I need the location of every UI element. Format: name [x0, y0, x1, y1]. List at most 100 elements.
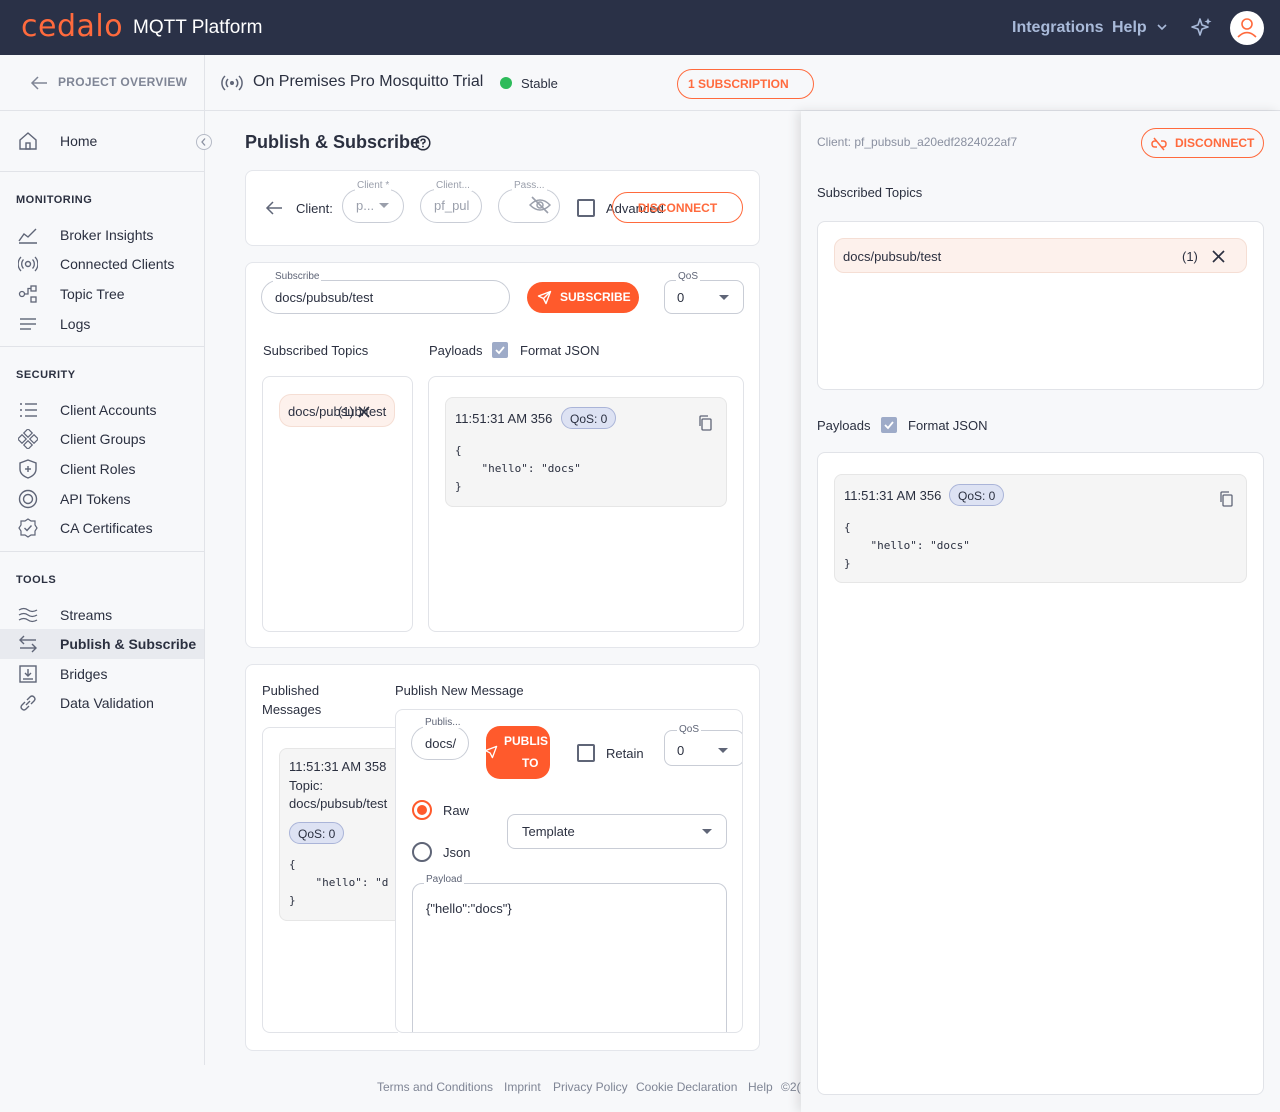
sidebar-item-publish-subscribe[interactable]: Publish & Subscribe [0, 629, 204, 659]
payload-value: {"hello":"docs"} [426, 901, 512, 916]
user-avatar[interactable] [1230, 11, 1264, 45]
divider [0, 171, 205, 172]
chevron-down-icon[interactable] [1157, 24, 1167, 32]
sidebar-item-logs[interactable]: Logs [0, 309, 204, 339]
swap-arrows-icon [19, 635, 37, 653]
subscribed-topic-chip[interactable]: docs/pubsub/test (1) [279, 394, 395, 427]
sidebar-item-client-groups[interactable]: Client Groups [0, 424, 204, 454]
send-icon [484, 745, 498, 759]
sidebar-item-ca-certificates[interactable]: CA Certificates [0, 513, 204, 543]
payload-line: { [455, 444, 462, 457]
streams-icon [18, 607, 38, 623]
raw-label: Raw [443, 803, 470, 818]
advanced-checkbox[interactable] [577, 199, 595, 217]
sidebar-item-label: CA Certificates [60, 520, 153, 536]
format-json-checkbox[interactable] [492, 342, 508, 358]
sidebar-item-client-roles[interactable]: Client Roles [0, 454, 204, 484]
sidebar-item-streams[interactable]: Streams [0, 600, 204, 630]
connection-card: Client: Client * p... Client... pf_pul P… [245, 170, 760, 246]
publish-qos-select[interactable] [664, 730, 742, 766]
payload-line: "hello": "docs" [844, 539, 970, 552]
sidebar-item-connected-clients[interactable]: Connected Clients [0, 249, 204, 279]
close-icon[interactable] [357, 405, 371, 419]
sidebar-item-topic-tree[interactable]: Topic Tree [0, 279, 204, 309]
panel-format-json-checkbox[interactable] [881, 417, 897, 433]
subscribe-button[interactable]: SUBSCRIBE [527, 282, 639, 313]
publish-button[interactable]: PUBLIS TO [484, 726, 550, 779]
status-indicator [500, 77, 512, 89]
sidebar-item-client-accounts[interactable]: Client Accounts [0, 395, 204, 425]
subscriptions-pill[interactable]: 1 SUBSCRIPTION [677, 69, 814, 99]
sidebar-item-label: Client Groups [60, 431, 146, 447]
footer-terms-link[interactable]: Terms and Conditions [377, 1080, 493, 1094]
panel-format-json-label: Format JSON [908, 418, 988, 433]
eye-off-icon[interactable] [529, 195, 551, 215]
client-select-value: p... [356, 198, 375, 213]
panel-payloads-list: 11:51:31 AM 356 QoS: 0 { "hello": "docs"… [817, 452, 1264, 1095]
divider [0, 346, 205, 347]
password-label: Pass... [512, 180, 547, 191]
payload-line: } [844, 557, 851, 570]
client-id-value: pf_pul [434, 198, 470, 213]
footer-copyright: ©2( [781, 1080, 801, 1094]
sidebar-item-home[interactable]: Home [0, 126, 204, 156]
collapse-sidebar-button[interactable] [196, 134, 212, 150]
panel-payloads-label: Payloads [817, 418, 871, 433]
integrations-link[interactable]: Integrations [1012, 19, 1104, 37]
payload-line: { [844, 521, 851, 534]
payload-line: "hello": "d [289, 876, 389, 889]
qos-value: 0 [677, 743, 685, 758]
message-topic: docs/pubsub/test [289, 796, 388, 811]
qos-select[interactable] [664, 280, 744, 314]
publish-topic-label: Publis... [423, 717, 463, 728]
sidebar: PROJECT OVERVIEW Home MONITORING Broker … [0, 55, 205, 1065]
json-radio[interactable] [412, 842, 432, 862]
client-id-text: Client: pf_pubsub_a20edf2824022af7 [817, 135, 1018, 149]
broker-name[interactable]: On Premises Pro Mosquitto Trial [253, 73, 483, 91]
disconnect-button[interactable]: DISCONNECT [612, 192, 743, 223]
sidebar-item-label: Connected Clients [60, 256, 175, 272]
panel-topic-chip[interactable]: docs/pubsub/test (1) [834, 238, 1247, 273]
sidebar-item-broker-insights[interactable]: Broker Insights [0, 220, 204, 250]
sidebar-item-data-validation[interactable]: Data Validation [0, 688, 204, 718]
close-icon[interactable] [1211, 249, 1226, 264]
link-off-icon [1151, 137, 1167, 151]
certificate-icon [18, 518, 38, 538]
download-box-icon [19, 665, 37, 683]
help-circle-icon[interactable] [415, 135, 431, 151]
status-text: Stable [521, 76, 558, 91]
chevron-left-icon [201, 138, 206, 146]
raw-radio[interactable] [412, 800, 432, 820]
footer-privacy-link[interactable]: Privacy Policy [553, 1080, 628, 1094]
security-header: SECURITY [16, 369, 76, 381]
project-overview-link[interactable]: PROJECT OVERVIEW [30, 75, 187, 90]
qos-badge: QoS: 0 [289, 822, 345, 844]
footer-imprint-link[interactable]: Imprint [504, 1080, 541, 1094]
copy-icon[interactable] [1219, 491, 1233, 507]
payload-line: } [455, 480, 462, 493]
subscribed-topics-list: docs/pubsub/test (1) [262, 376, 413, 632]
sidebar-item-api-tokens[interactable]: API Tokens [0, 484, 204, 514]
product-name: MQTT Platform [133, 17, 263, 38]
sidebar-item-bridges[interactable]: Bridges [0, 659, 204, 689]
retain-checkbox[interactable] [577, 744, 595, 762]
cedalo-logo[interactable]: cedalo [21, 9, 123, 44]
user-icon [1237, 18, 1257, 38]
published-message-item: 11:51:31 AM 358 Topic: docs/pubsub/test … [279, 748, 398, 921]
arrow-left-icon [30, 76, 47, 90]
publish-button-label: PUBLIS [504, 734, 549, 748]
footer-help-link[interactable]: Help [748, 1080, 773, 1094]
arrow-left-icon[interactable] [265, 201, 283, 215]
sidebar-item-label: Streams [60, 607, 113, 623]
copy-icon[interactable] [698, 415, 712, 431]
footer-cookie-link[interactable]: Cookie Declaration [636, 1080, 737, 1094]
message-time: 11:51:31 AM 358 [289, 759, 387, 774]
sparkle-icon[interactable] [1190, 16, 1214, 40]
panel-disconnect-button[interactable]: DISCONNECT [1141, 128, 1264, 158]
sidebar-item-label: Client Accounts [60, 402, 157, 418]
qos-label: QoS [677, 724, 702, 735]
panel-message-item: 11:51:31 AM 356 QoS: 0 { "hello": "docs"… [834, 474, 1247, 583]
token-icon [18, 489, 38, 509]
json-label: Json [443, 845, 471, 860]
help-menu[interactable]: Help [1112, 19, 1147, 37]
